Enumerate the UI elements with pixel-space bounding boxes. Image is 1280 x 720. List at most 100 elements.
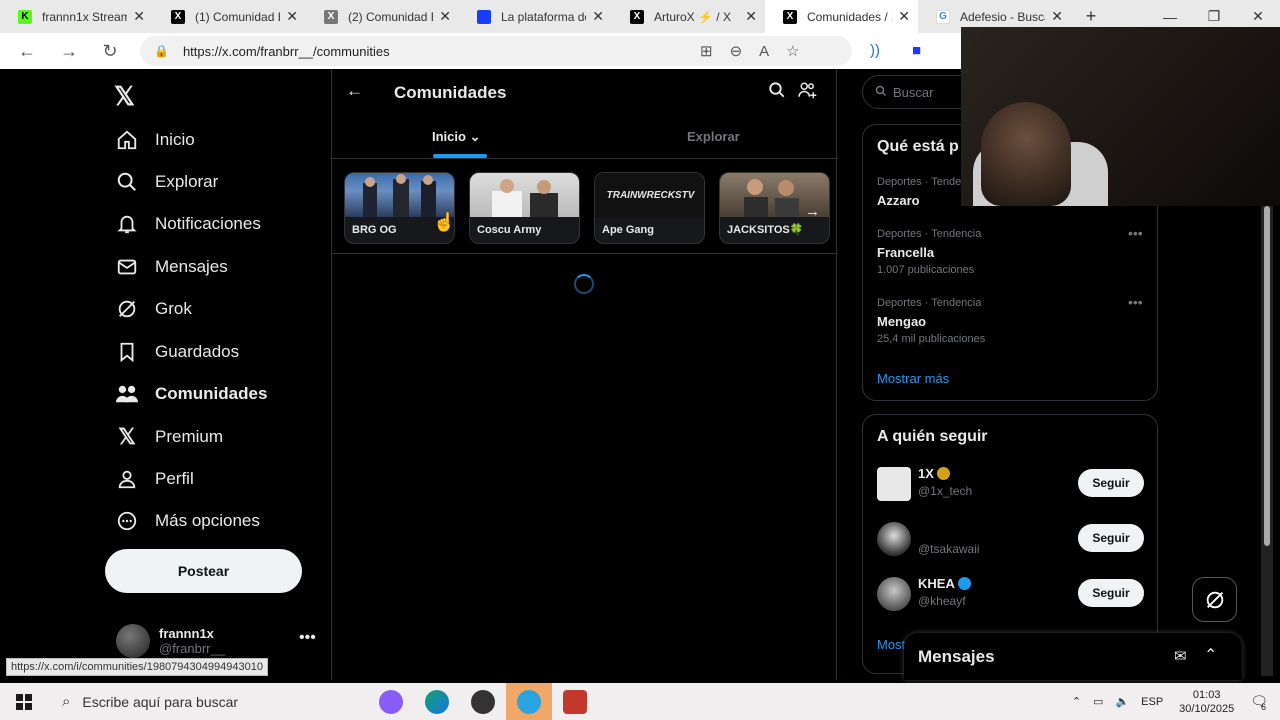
browser-tab-6[interactable]: X Comunidades / X ✕ (765, 0, 918, 33)
trend-item[interactable]: Azzaro (877, 193, 920, 208)
sidebar-item-premium[interactable]: 𝕏 Premium (114, 417, 223, 457)
zoom-icon[interactable]: ⊖ (730, 42, 743, 60)
chevron-up-icon[interactable]: ⌃ (1072, 695, 1081, 708)
bookmark-icon (114, 339, 140, 365)
community-card[interactable]: Coscu Army (469, 172, 580, 244)
close-tab-icon[interactable]: ✕ (1051, 8, 1063, 25)
trends-title: Qué está p (877, 138, 959, 155)
avatar (877, 467, 911, 501)
close-tab-icon[interactable]: ✕ (745, 8, 757, 25)
volume-icon[interactable]: 🔈 (1115, 695, 1129, 708)
loading-spinner (574, 274, 594, 294)
grok-button[interactable] (1192, 577, 1237, 622)
browser-tab-2[interactable]: X (1) Comunidad BR ✕ (153, 0, 306, 33)
sidebar-item-guardados[interactable]: Guardados (114, 332, 239, 372)
sidebar-item-perfil[interactable]: Perfil (114, 459, 194, 499)
follow-suggestion[interactable]: KHEA @kheayf Seguir (877, 574, 1145, 614)
system-tray: ⌃ ▭ 🔈 ESP 01:03 30/10/2025 🗨 6 (1066, 683, 1280, 720)
home-icon (114, 127, 140, 153)
back-icon[interactable]: ← (6, 41, 48, 62)
browser-tab-4[interactable]: La plataforma de n ✕ (459, 0, 612, 33)
sidebar-item-inicio[interactable]: Inicio (114, 120, 195, 160)
create-community-icon[interactable] (798, 81, 818, 104)
sidebar-item-notificaciones[interactable]: Notificaciones (114, 204, 261, 244)
sidebar-item-mas-opciones[interactable]: Más opciones (114, 501, 260, 541)
x-icon: 𝕏 (118, 424, 136, 449)
forward-icon[interactable]: → (48, 41, 90, 62)
search-icon: ⌕ (62, 693, 71, 710)
refresh-icon[interactable]: ↻ (89, 41, 131, 62)
follow-suggestion[interactable]: 1X @1x_tech Seguir (877, 464, 1145, 504)
notifications-icon[interactable]: 🗨 6 (1250, 693, 1268, 712)
messages-drawer[interactable]: Mensajes ✉ ⌃ (904, 633, 1242, 680)
mail-icon (114, 254, 140, 280)
lock-icon: 🔒 (154, 44, 169, 58)
follow-button[interactable]: Seguir (1078, 579, 1144, 607)
language-indicator[interactable]: ESP (1141, 696, 1163, 708)
sidebar-item-explorar[interactable]: Explorar (114, 162, 218, 202)
follow-button[interactable]: Seguir (1078, 469, 1144, 497)
taskbar-search-input[interactable]: ⌕ Escribe aquí para buscar (48, 683, 368, 720)
edge-icon[interactable] (414, 683, 460, 720)
trainwreckstv-logo: TRAINWRECKSTV (606, 189, 695, 201)
x-icon: X (783, 9, 797, 24)
sidebar-item-comunidades[interactable]: Comunidades (114, 374, 267, 414)
new-message-icon[interactable]: ✉ (1174, 647, 1187, 665)
clock[interactable]: 01:03 30/10/2025 (1179, 688, 1234, 716)
community-card[interactable]: TRAINWRECKSTV Ape Gang (594, 172, 705, 244)
browser-tab-5[interactable]: X ArturoX ⚡ / X ✕ (612, 0, 765, 33)
close-tab-icon[interactable]: ✕ (439, 8, 451, 25)
browser-tab-1[interactable]: K frannn1x Stream - ✕ (0, 0, 153, 33)
user-handle: @franbrr__ (159, 641, 225, 656)
sidebar-item-mensajes[interactable]: Mensajes (114, 247, 228, 287)
community-card[interactable]: JACKSITOS🍀 → (719, 172, 830, 244)
close-tab-icon[interactable]: ✕ (286, 8, 298, 25)
telegram-icon[interactable] (506, 683, 552, 720)
tab-explorar[interactable]: Explorar (687, 129, 740, 144)
more-dots-icon[interactable]: ••• (1128, 225, 1143, 241)
close-tab-icon[interactable]: ✕ (592, 8, 604, 25)
close-tab-icon[interactable]: ✕ (898, 8, 910, 25)
main-header: ← Comunidades Inicio ⌄ Explorar (332, 69, 838, 159)
more-dots-icon[interactable]: ••• (299, 629, 316, 647)
favorite-icon[interactable]: ☆ (786, 42, 799, 60)
apps-icon[interactable]: ⊞ (700, 42, 713, 60)
browser-tab-3[interactable]: X (2) Comunidad BR ✕ (306, 0, 459, 33)
communities-carousel: BRG OG Coscu Army TRAINWRECKSTV Ape Gang… (344, 172, 830, 244)
taskbar-app-icon[interactable] (460, 683, 506, 720)
taskbar-app-icon[interactable] (368, 683, 414, 720)
extension-icon[interactable]: ■ (912, 42, 921, 59)
search-icon[interactable] (768, 81, 786, 104)
account-switcher[interactable]: frannn1x @franbrr__ (116, 624, 225, 658)
close-tab-icon[interactable]: ✕ (133, 8, 145, 25)
page-scrollbar[interactable] (1261, 206, 1273, 676)
follow-button[interactable]: Seguir (1078, 524, 1144, 552)
trend-item[interactable]: Mengao (877, 314, 926, 329)
show-more-link[interactable]: Mostrar más (877, 371, 949, 386)
tab-inicio[interactable]: Inicio ⌄ (432, 129, 480, 145)
follow-suggestion[interactable]: @tsakawaii Seguir (877, 519, 1145, 559)
bell-icon (114, 211, 140, 237)
post-button[interactable]: Postear (105, 549, 302, 593)
expand-up-icon[interactable]: ⌃ (1204, 645, 1217, 665)
sidebar-item-grok[interactable]: Grok (114, 289, 192, 329)
community-card[interactable]: BRG OG (344, 172, 455, 244)
search-icon (114, 169, 140, 195)
show-more-link[interactable]: Most (877, 637, 905, 652)
carousel-next-icon[interactable]: → (805, 203, 820, 220)
divider (332, 253, 838, 254)
community-banner (345, 173, 454, 217)
more-dots-icon[interactable]: ••• (1128, 294, 1143, 310)
google-icon: G (936, 9, 950, 24)
taskbar-app-icon[interactable] (552, 683, 598, 720)
trend-item[interactable]: Francella (877, 245, 934, 260)
who-to-follow-title: A quién seguir (877, 428, 988, 445)
x-icon: X (324, 9, 338, 24)
x-logo-icon[interactable]: 𝕏 (114, 81, 135, 112)
windows-start-icon[interactable] (0, 683, 48, 720)
read-aloud-icon[interactable]: A (759, 43, 769, 60)
new-tab-button[interactable]: + (1071, 6, 1111, 27)
back-arrow-icon[interactable]: ← (346, 81, 363, 101)
network-icon[interactable]: ▭ (1093, 695, 1103, 708)
extension-icon[interactable]: )) (870, 42, 880, 59)
